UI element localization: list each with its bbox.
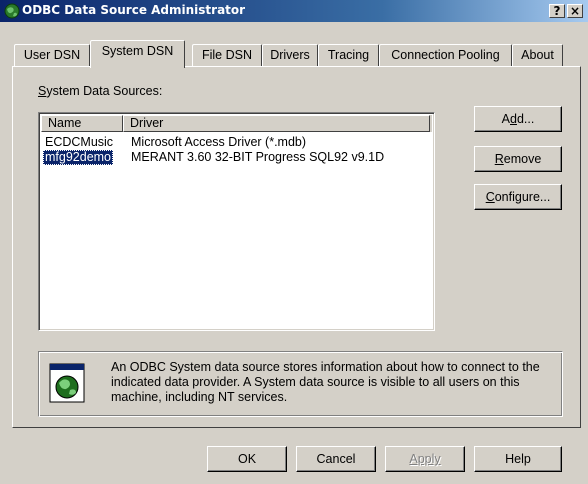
list-item-selected[interactable]: mfg92demo MERANT 3.60 32-BIT Progress SQ…: [41, 150, 432, 165]
globe-document-icon: [49, 363, 85, 403]
tab-file-dsn[interactable]: File DSN: [192, 44, 262, 66]
tab-user-dsn[interactable]: User DSN: [14, 44, 90, 66]
list-header: Name Driver: [41, 115, 432, 132]
column-header-driver[interactable]: Driver: [123, 115, 430, 132]
data-sources-list[interactable]: Name Driver ECDCMusic Microsoft Access D…: [38, 112, 435, 331]
tab-about[interactable]: About: [512, 44, 563, 66]
odbc-globe-icon: [4, 3, 20, 19]
title-bar[interactable]: ODBC Data Source Administrator ? ×: [0, 0, 588, 22]
column-header-name[interactable]: Name: [41, 115, 123, 132]
system-data-sources-label: System Data Sources:: [38, 84, 163, 98]
list-item-driver: MERANT 3.60 32-BIT Progress SQL92 v9.1D: [131, 150, 385, 164]
tab-connection-pooling[interactable]: Connection Pooling: [379, 44, 512, 66]
cancel-button[interactable]: Cancel: [296, 446, 376, 472]
tab-tracing[interactable]: Tracing: [318, 44, 379, 66]
close-button[interactable]: ×: [567, 4, 583, 18]
list-item-driver: Microsoft Access Driver (*.mdb): [131, 135, 307, 149]
tab-drivers[interactable]: Drivers: [262, 44, 318, 66]
help-button[interactable]: Help: [474, 446, 562, 472]
tab-system-dsn[interactable]: System DSN: [90, 40, 185, 68]
remove-button[interactable]: Remove: [474, 146, 562, 172]
info-text: An ODBC System data source stores inform…: [111, 360, 540, 404]
add-button[interactable]: Add...: [474, 106, 562, 132]
context-help-button[interactable]: ?: [549, 4, 565, 18]
configure-button[interactable]: Configure...: [474, 184, 562, 210]
apply-button[interactable]: Apply: [385, 446, 465, 472]
list-item-name: mfg92demo: [43, 150, 114, 165]
list-item-name: ECDCMusic: [45, 135, 114, 149]
info-box: An ODBC System data source stores inform…: [38, 351, 563, 417]
window-title: ODBC Data Source Administrator: [22, 3, 246, 17]
ok-button[interactable]: OK: [207, 446, 287, 472]
list-item[interactable]: ECDCMusic Microsoft Access Driver (*.mdb…: [41, 135, 432, 150]
